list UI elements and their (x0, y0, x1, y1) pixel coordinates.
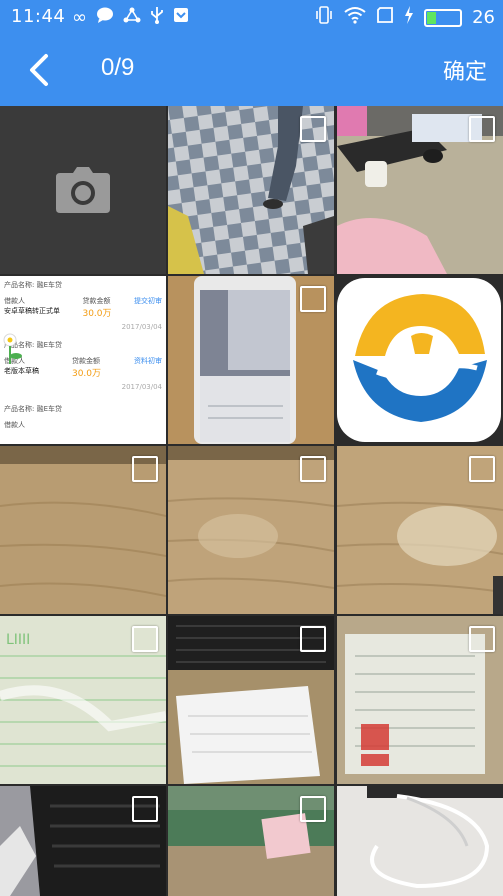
borrower-name: 老版本草稿 (4, 367, 39, 375)
photo-checkbox[interactable] (132, 796, 158, 822)
usb-icon (150, 6, 164, 29)
photo-checkbox[interactable] (469, 116, 495, 142)
photo-thumbnail[interactable]: LIIII (0, 616, 166, 784)
camera-tile[interactable] (0, 106, 166, 274)
flower-decoration (3, 333, 22, 364)
photo-thumbnail-app-list[interactable]: 产品名称: 融E车贷 借款人 安卓草稿转正式单 贷款金额 30.0万 提交初审 20… (0, 276, 166, 444)
charging-icon (404, 6, 414, 29)
photo-thumbnail[interactable] (168, 446, 334, 614)
sim-icon (376, 7, 394, 28)
action-link: 提交初审 (133, 297, 162, 305)
selection-counter: 0/9 (101, 54, 135, 81)
downloads-icon (173, 7, 189, 28)
photo-checkbox[interactable] (300, 286, 326, 312)
borrower-label: 借款人 (4, 297, 25, 305)
product-name: 融E车贷 (36, 405, 63, 413)
photo-checkbox[interactable] (300, 626, 326, 652)
confirm-button[interactable]: 确定 (443, 54, 487, 86)
status-time: 11:44 (11, 6, 66, 27)
product-name: 融E车贷 (36, 341, 63, 349)
photo-thumbnail[interactable] (337, 786, 503, 896)
photo-checkbox[interactable] (132, 626, 158, 652)
photo-thumbnail[interactable] (168, 616, 334, 784)
photo-checkbox[interactable] (300, 456, 326, 482)
product-name: 融E车贷 (36, 281, 63, 289)
photo-thumbnail[interactable] (0, 786, 166, 896)
photo-grid: 产品名称: 融E车贷 借款人 安卓草稿转正式单 贷款金额 30.0万 提交初审 20… (0, 106, 503, 896)
toolbar: 0/9 确定 (0, 34, 503, 106)
photo-thumbnail[interactable] (337, 446, 503, 614)
photo-cables (337, 786, 503, 896)
app-logo-image (337, 278, 501, 442)
photo-checkbox[interactable] (300, 116, 326, 142)
list-date: 2017/03/04 (121, 383, 162, 391)
list-date: 2017/03/04 (121, 323, 162, 331)
photo-checkbox[interactable] (132, 456, 158, 482)
photo-thumbnail[interactable] (0, 446, 166, 614)
photo-checkbox[interactable] (469, 456, 495, 482)
photo-thumbnail[interactable] (168, 106, 334, 274)
infinity-icon: ∞ (72, 7, 87, 28)
list-item: 产品名称: 融E车贷 借款人安卓草稿转正式单 贷款金额 30.0万 提交初审 20… (4, 280, 162, 331)
back-arrow-icon (30, 54, 48, 86)
svg-text:LIIII: LIIII (6, 632, 30, 648)
photo-thumbnail[interactable] (337, 616, 503, 784)
action-link: 资料初审 (133, 357, 162, 365)
share-icon (123, 7, 141, 28)
borrower-label: 借款人 (4, 421, 25, 429)
notification-icons: ∞ (72, 6, 189, 29)
photo-checkbox[interactable] (300, 796, 326, 822)
app-bar: 11:44 ∞ 26 0/9 确定 (0, 0, 503, 106)
photo-checkbox[interactable] (469, 626, 495, 652)
photo-thumbnail-app-icon[interactable] (337, 276, 503, 444)
back-button[interactable] (26, 52, 54, 88)
status-bar: 11:44 ∞ 26 (0, 0, 503, 34)
chat-icon (96, 7, 114, 28)
battery-icon (424, 8, 463, 27)
photo-thumbnail[interactable] (337, 106, 503, 274)
amount-value: 30.0万 (82, 309, 112, 319)
list-item: 产品名称: 融E车贷 借款人 (4, 404, 162, 430)
photo-thumbnail[interactable] (168, 786, 334, 896)
photo-thumbnail[interactable] (168, 276, 334, 444)
list-item: 产品名称: 融E车贷 借款人 老版本草稿 贷款金额 30.0万 资料初审 2017/… (4, 340, 162, 391)
system-icons: 26 (314, 6, 495, 29)
product-label: 产品名称: (4, 281, 35, 289)
borrower-name: 安卓草稿转正式单 (4, 307, 60, 315)
battery-level: 26 (472, 7, 495, 28)
wifi-icon (344, 6, 366, 29)
product-label: 产品名称: (4, 405, 35, 413)
app-screenshot: 产品名称: 融E车贷 借款人 安卓草稿转正式单 贷款金额 30.0万 提交初审 20… (0, 276, 166, 444)
amount-label: 贷款金额 (82, 297, 111, 305)
amount-label: 贷款金额 (71, 357, 100, 365)
camera-icon (56, 167, 110, 213)
amount-value: 30.0万 (71, 369, 102, 379)
vibrate-icon (314, 6, 334, 29)
